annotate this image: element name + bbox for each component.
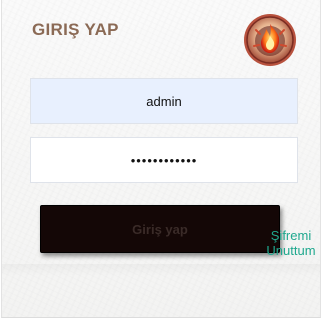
username-input[interactable]: [30, 78, 298, 124]
forgot-password-link[interactable]: Şifremi Unuttum: [258, 228, 320, 258]
login-panel: GIRIŞ YAP Giriş yap Şifremi Unuttum: [1, 0, 321, 318]
password-input[interactable]: [30, 137, 298, 183]
fire-emblem-icon: [244, 14, 296, 66]
page-title: GIRIŞ YAP: [32, 20, 119, 39]
panel-divider-shadow: [2, 264, 320, 276]
forgot-password-line2: Unuttum: [266, 243, 316, 258]
login-button[interactable]: Giriş yap: [40, 205, 280, 253]
forgot-password-line1: Şifremi: [270, 228, 312, 243]
